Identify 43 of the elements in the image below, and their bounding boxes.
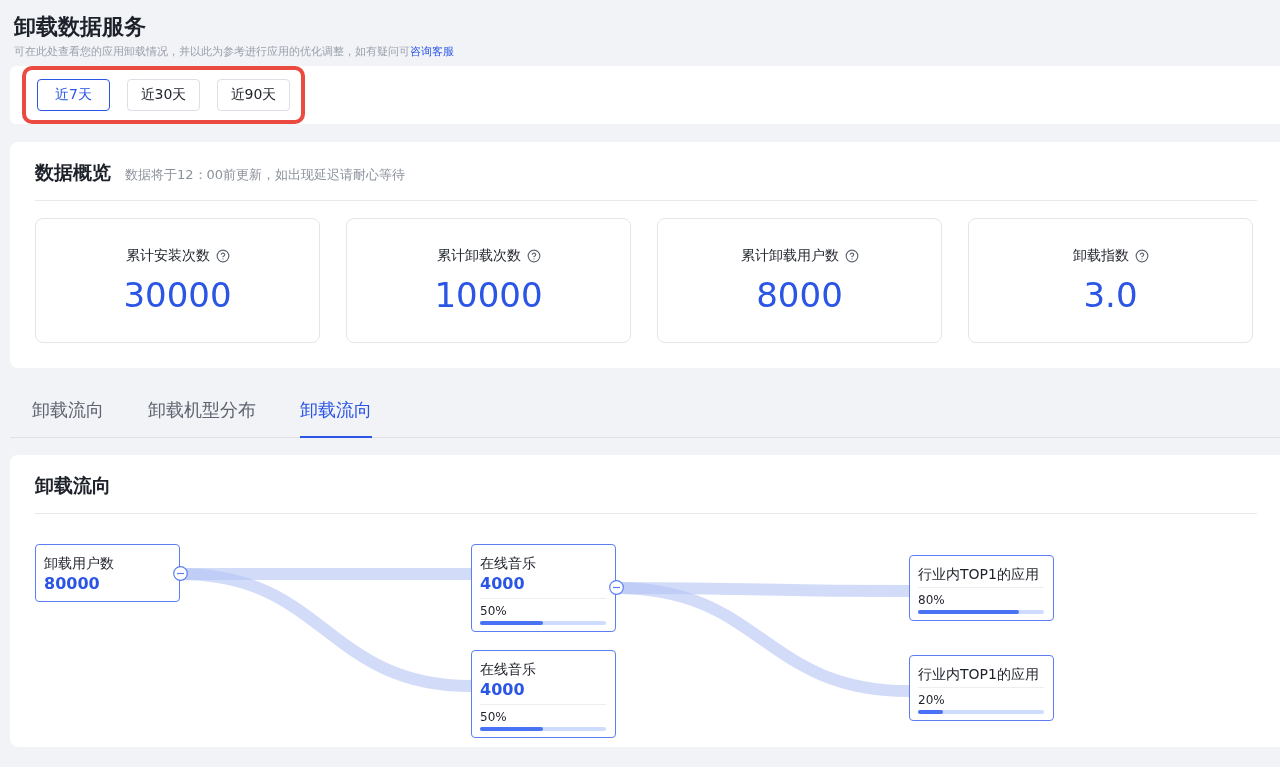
date-range-button[interactable]: 近7天 — [37, 79, 110, 111]
stat-label: 卸载指数 — [1072, 246, 1129, 265]
node-label: 卸载用户数 — [44, 554, 115, 573]
update-note: 数据将于12：00前更新，如出现延迟请耐心等待 — [125, 166, 406, 184]
stat-value: 3.0 — [1083, 274, 1138, 315]
flow-node[interactable]: 在线音乐 4000 50% — [471, 650, 616, 738]
stat-value: 30000 — [123, 274, 232, 315]
stat-label: 累计卸载次数 — [436, 246, 521, 265]
collapse-icon[interactable] — [173, 566, 188, 581]
node-value: 4000 — [480, 679, 526, 701]
node-value: 4000 — [480, 573, 526, 595]
page-description: 可在此处查看您的应用卸载情况，并以此为参考进行应用的优化调整，如有疑问可咨询客服 — [14, 44, 455, 60]
tab[interactable]: 卸载机型分布 — [148, 386, 256, 438]
node-share: 20% — [918, 692, 946, 708]
tab[interactable]: 卸载流向 — [300, 386, 372, 438]
node-label: 行业内TOP1的应用 — [918, 565, 1040, 584]
page-title: 卸载数据服务 — [14, 13, 147, 41]
node-share: 50% — [480, 603, 508, 619]
flow-node[interactable]: 在线音乐 4000 50% — [471, 544, 616, 632]
node-label: 行业内TOP1的应用 — [918, 665, 1040, 684]
stat-label: 累计卸载用户数 — [740, 246, 839, 265]
support-link[interactable]: 咨询客服 — [410, 45, 454, 58]
flow-node[interactable]: 行业内TOP1的应用 20% — [909, 655, 1054, 721]
tab[interactable]: 卸载流向 — [32, 386, 104, 438]
date-range-button[interactable]: 近90天 — [217, 79, 290, 111]
section-title: 卸载流向 — [35, 473, 111, 498]
flow-node[interactable]: 卸载用户数 80000 — [35, 544, 180, 602]
help-icon[interactable] — [526, 248, 541, 263]
node-label: 在线音乐 — [480, 554, 537, 573]
help-icon[interactable] — [1134, 248, 1149, 263]
node-share: 50% — [480, 709, 508, 725]
node-share: 80% — [918, 592, 946, 608]
flow-node[interactable]: 行业内TOP1的应用 80% — [909, 555, 1054, 621]
node-value: 80000 — [44, 573, 101, 595]
node-label: 在线音乐 — [480, 660, 537, 679]
stat-value: 10000 — [434, 274, 543, 315]
stat-value: 8000 — [756, 274, 843, 315]
date-range-button[interactable]: 近30天 — [127, 79, 200, 111]
section-title: 数据概览 — [35, 160, 111, 185]
stat-label: 累计安装次数 — [125, 246, 210, 265]
help-icon[interactable] — [844, 248, 859, 263]
help-icon[interactable] — [215, 248, 230, 263]
collapse-icon[interactable] — [609, 580, 624, 595]
